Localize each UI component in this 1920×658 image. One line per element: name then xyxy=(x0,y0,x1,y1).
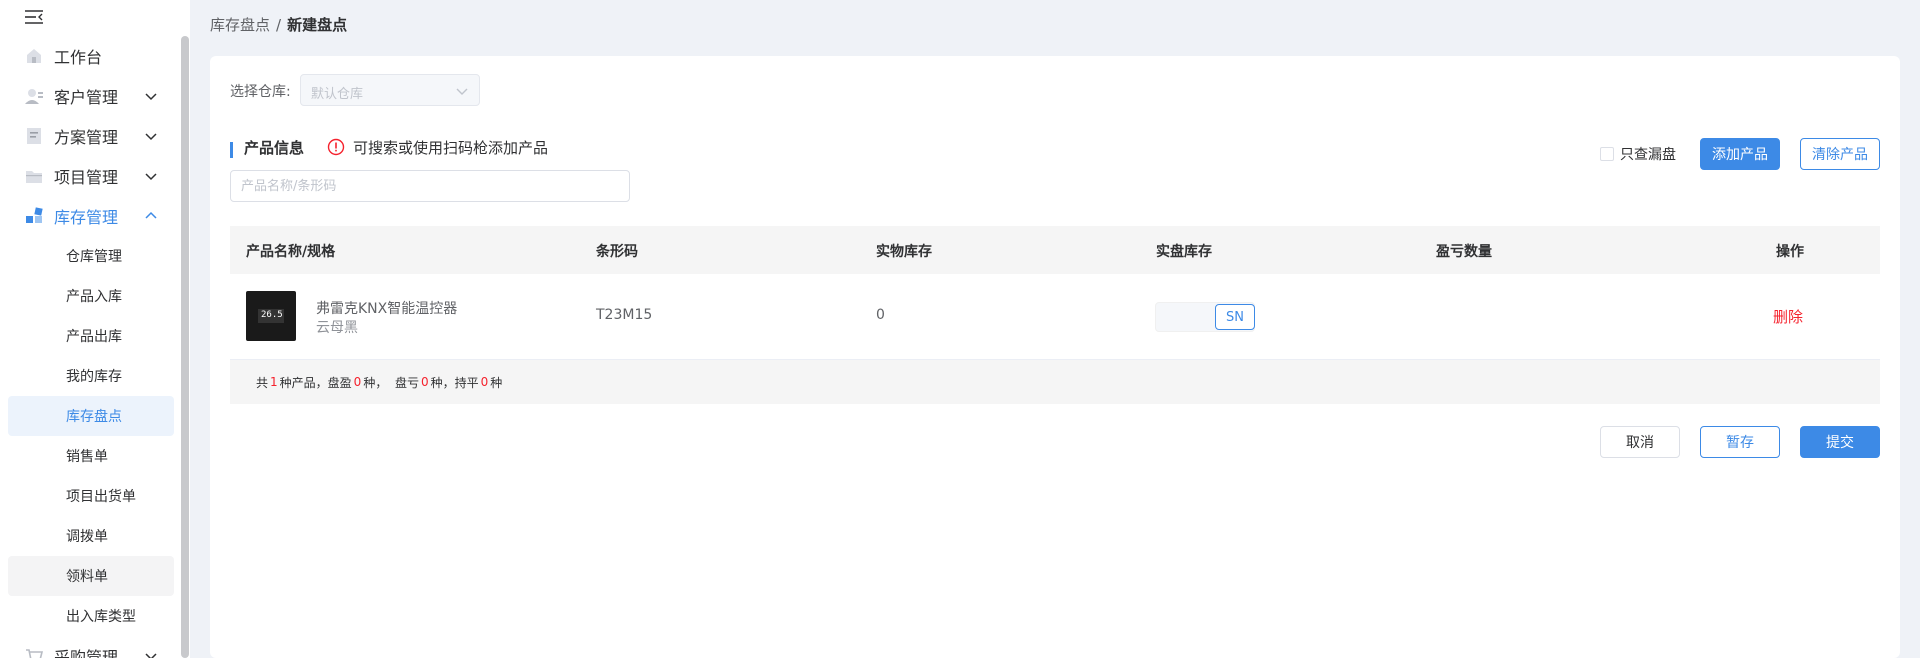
only-missing-label: 只查漏盘 xyxy=(1620,147,1676,163)
clear-products-button[interactable]: 清除产品 xyxy=(1800,138,1880,170)
sidebar-item-label: 采购管理 xyxy=(54,648,119,658)
sidebar-sub-stock-in[interactable]: 产品入库 xyxy=(8,276,174,316)
sidebar-sub-io-types[interactable]: 出入库类型 xyxy=(8,596,174,636)
sn-button[interactable]: SN xyxy=(1215,304,1255,330)
customer-icon xyxy=(25,89,43,104)
warehouse-placeholder: 默认仓库 xyxy=(311,87,364,102)
breadcrumb-current: 新建盘点 xyxy=(287,16,348,34)
summary-text: 种， 盘亏 xyxy=(363,375,419,390)
submit-button[interactable]: 提交 xyxy=(1800,426,1880,458)
product-name: 弗雷克KNX智能温控器 xyxy=(316,301,458,317)
warehouse-label: 选择仓库: xyxy=(230,84,291,100)
product-table: 产品名称/规格 条形码 实物库存 实盘库存 盈亏数量 操作 26.5 弗雷克KN… xyxy=(230,226,1880,404)
sidebar-scrollbar[interactable] xyxy=(181,36,189,658)
sidebar-item-label: 客户管理 xyxy=(54,88,119,107)
sidebar-sub-transfer[interactable]: 调拨单 xyxy=(8,516,174,556)
col-header-counted: 实盘库存 xyxy=(1156,244,1212,260)
table-header: 产品名称/规格 条形码 实物库存 实盘库存 盈亏数量 操作 xyxy=(230,226,1880,274)
col-header-physical: 实物库存 xyxy=(876,244,932,260)
table-summary: 共 1 种产品，盘盈 0 种， 盘亏 0 种，持平 0 种 xyxy=(230,360,1880,404)
sidebar-item-plan[interactable]: 方案管理 xyxy=(0,116,180,156)
menu-collapse-icon[interactable] xyxy=(24,8,44,26)
home-icon xyxy=(27,49,41,63)
summary-count-surplus: 0 xyxy=(353,375,362,389)
product-thumbnail: 26.5 xyxy=(246,291,296,341)
cart-icon xyxy=(26,649,44,658)
breadcrumb: 库存盘点 / 新建盘点 xyxy=(210,14,347,35)
sidebar-item-label: 方案管理 xyxy=(54,128,119,147)
summary-count-even: 0 xyxy=(480,375,489,389)
inventory-icon xyxy=(26,207,43,223)
sidebar-sub-warehouse[interactable]: 仓库管理 xyxy=(8,236,174,276)
chevron-up-icon xyxy=(145,211,157,219)
summary-count-loss: 0 xyxy=(420,375,429,389)
physical-stock: 0 xyxy=(876,307,885,323)
sidebar-sub-project-shipment[interactable]: 项目出货单 xyxy=(8,476,174,516)
chevron-down-icon xyxy=(145,133,157,141)
chevron-down-icon xyxy=(456,88,468,95)
only-missing-checkbox[interactable]: 只查漏盘 xyxy=(1600,144,1676,164)
summary-text: 种，持平 xyxy=(430,375,479,390)
col-header-diff: 盈亏数量 xyxy=(1436,244,1492,260)
delete-link[interactable]: 删除 xyxy=(1773,306,1803,327)
sidebar-item-inventory[interactable]: 库存管理 xyxy=(0,196,180,236)
cancel-button[interactable]: 取消 xyxy=(1600,426,1680,458)
sidebar: 工作台 客户管理 方案管理 项目管理 库存管理 仓库管理 产品入库 产品出库 我… xyxy=(0,0,190,658)
breadcrumb-separator: / xyxy=(276,15,282,34)
summary-text: 共 xyxy=(256,375,269,390)
add-product-button[interactable]: 添加产品 xyxy=(1700,138,1780,170)
summary-text: 种产品，盘盈 xyxy=(279,375,352,390)
document-icon xyxy=(27,128,41,144)
summary-count-products: 1 xyxy=(270,375,278,389)
section-accent-bar xyxy=(230,142,233,158)
checkbox-box[interactable] xyxy=(1600,147,1614,161)
chevron-down-icon xyxy=(145,173,157,181)
chevron-down-icon xyxy=(145,93,157,101)
sidebar-item-customer[interactable]: 客户管理 xyxy=(0,76,180,116)
sidebar-item-purchase[interactable]: 采购管理 xyxy=(0,636,180,658)
sidebar-item-label: 库存管理 xyxy=(54,208,119,227)
breadcrumb-prev[interactable]: 库存盘点 xyxy=(210,14,270,35)
section-title: 产品信息 xyxy=(244,139,305,157)
save-draft-button[interactable]: 暂存 xyxy=(1700,426,1780,458)
thumbnail-display-text: 26.5 xyxy=(261,310,283,320)
product-search-input[interactable] xyxy=(230,170,630,202)
sidebar-item-project[interactable]: 项目管理 xyxy=(0,156,180,196)
table-row: 26.5 弗雷克KNX智能温控器 云母黑 T23M15 0 SN 删除 xyxy=(230,274,1880,360)
sidebar-sub-stock-out[interactable]: 产品出库 xyxy=(8,316,174,356)
sidebar-sub-my-stock[interactable]: 我的库存 xyxy=(8,356,174,396)
product-spec: 云母黑 xyxy=(316,320,358,336)
warehouse-select[interactable]: 默认仓库 xyxy=(300,74,480,106)
product-barcode: T23M15 xyxy=(596,307,653,323)
warning-circle-icon xyxy=(327,138,345,156)
sidebar-item-label: 工作台 xyxy=(54,48,103,67)
chevron-down-icon xyxy=(145,653,157,658)
folder-icon xyxy=(26,171,42,183)
col-header-action: 操作 xyxy=(1776,244,1804,260)
section-hint: 可搜索或使用扫码枪添加产品 xyxy=(353,139,549,157)
sidebar-sub-requisition[interactable]: 领料单 xyxy=(8,556,174,596)
main-card: 选择仓库: 默认仓库 产品信息 可搜索或使用扫码枪添加产品 只查漏盘 添加产品 … xyxy=(210,56,1900,658)
sidebar-item-workbench[interactable]: 工作台 xyxy=(0,36,180,76)
sidebar-item-label: 项目管理 xyxy=(54,168,119,187)
sidebar-sub-stocktake[interactable]: 库存盘点 xyxy=(8,396,174,436)
sidebar-sub-sales-order[interactable]: 销售单 xyxy=(8,436,174,476)
summary-text: 种 xyxy=(490,375,503,390)
col-header-name: 产品名称/规格 xyxy=(246,244,336,260)
col-header-barcode: 条形码 xyxy=(596,244,638,260)
